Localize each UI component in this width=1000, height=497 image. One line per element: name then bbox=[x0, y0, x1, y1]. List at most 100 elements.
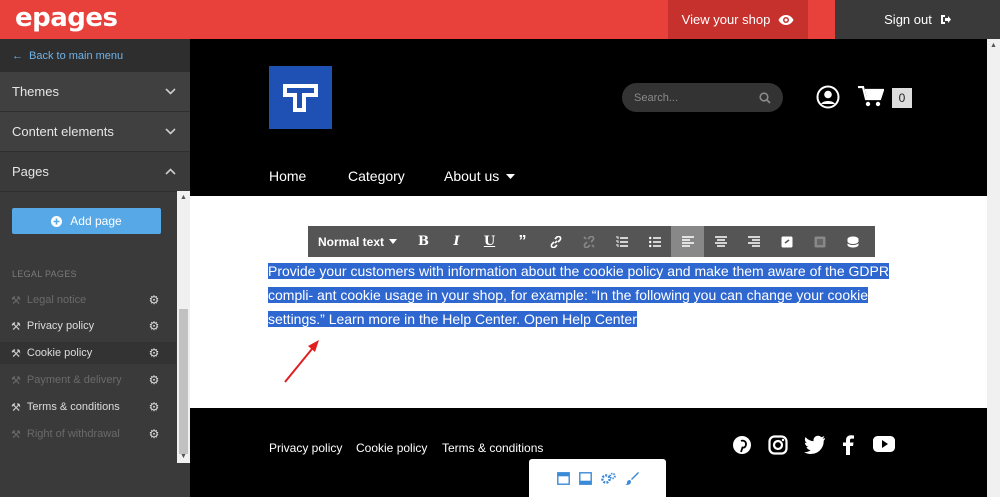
gear-icon[interactable]: ⚙ bbox=[148, 373, 160, 387]
hammer-icon: ⚒ bbox=[11, 374, 21, 387]
sidebar-scrollbar[interactable]: ▲ ▼ bbox=[177, 191, 190, 463]
cart-count-badge[interactable]: 0 bbox=[892, 88, 912, 108]
underline-button[interactable]: U bbox=[473, 226, 506, 257]
text-format-select[interactable]: Normal text bbox=[308, 235, 407, 249]
insert-link-icon bbox=[781, 236, 792, 247]
preview-scrollbar[interactable]: ▲ bbox=[987, 39, 1000, 497]
nav-category[interactable]: Category bbox=[348, 168, 405, 184]
search-placeholder: Search... bbox=[634, 91, 679, 104]
content-area: Normal text B I U ” Provide your custome… bbox=[190, 196, 987, 408]
footer-layout-icon[interactable] bbox=[578, 471, 592, 485]
shop-logo-mark bbox=[283, 84, 318, 112]
accordion-content-elements[interactable]: Content elements bbox=[0, 112, 190, 152]
chevron-down-icon bbox=[165, 128, 176, 135]
page-item-privacy-policy[interactable]: ⚒ Privacy policy ⚙ bbox=[0, 315, 176, 337]
link-button[interactable] bbox=[539, 226, 572, 257]
page-item-label: Payment & delivery bbox=[26, 374, 122, 386]
caret-down-icon bbox=[506, 173, 516, 179]
align-right-button[interactable] bbox=[737, 226, 770, 257]
page-item-right-of-withdrawal[interactable]: ⚒ Right of withdrawal ⚙ bbox=[0, 423, 176, 445]
html-source-button[interactable] bbox=[836, 226, 869, 257]
page-item-label: Privacy policy bbox=[26, 320, 95, 332]
footer-link-terms-conditions[interactable]: Terms & conditions bbox=[442, 441, 543, 455]
add-page-label: Add page bbox=[70, 214, 122, 228]
youtube-icon[interactable] bbox=[873, 435, 895, 453]
scroll-up-arrow-icon[interactable]: ▲ bbox=[179, 193, 188, 202]
add-page-button[interactable]: Add page bbox=[12, 208, 161, 234]
insert-button[interactable] bbox=[770, 226, 803, 257]
bold-button[interactable]: B bbox=[407, 226, 440, 257]
shop-logo[interactable] bbox=[269, 66, 332, 129]
twitter-icon[interactable] bbox=[804, 435, 826, 455]
shop-search-input[interactable]: Search... bbox=[622, 83, 783, 112]
page-item-terms-conditions[interactable]: ⚒ Terms & conditions ⚙ bbox=[0, 396, 176, 418]
gear-icon[interactable]: ⚙ bbox=[148, 427, 160, 441]
hammer-icon: ⚒ bbox=[11, 294, 21, 307]
chevron-up-icon bbox=[165, 168, 176, 175]
content-elements-label: Content elements bbox=[12, 124, 114, 139]
accordion-pages[interactable]: Pages bbox=[0, 152, 190, 192]
database-icon bbox=[846, 236, 859, 247]
italic-button[interactable]: I bbox=[440, 226, 473, 257]
align-left-icon bbox=[681, 236, 694, 247]
hammer-icon: ⚒ bbox=[11, 401, 21, 414]
facebook-icon[interactable] bbox=[842, 435, 854, 455]
bullet-list-button[interactable] bbox=[638, 226, 671, 257]
nav-about-us-label: About us bbox=[444, 168, 500, 184]
user-account-icon[interactable] bbox=[816, 85, 840, 109]
scroll-up-arrow-icon[interactable]: ▲ bbox=[989, 41, 998, 50]
underline-icon: U bbox=[483, 234, 496, 249]
gear-icon[interactable]: ⚙ bbox=[148, 400, 160, 414]
pages-label: Pages bbox=[12, 164, 49, 179]
bullet-list-icon bbox=[648, 236, 661, 247]
align-right-icon bbox=[747, 236, 760, 247]
ordered-list-button[interactable] bbox=[605, 226, 638, 257]
header-layout-icon[interactable] bbox=[556, 471, 570, 485]
image-button[interactable] bbox=[803, 226, 836, 257]
arrow-left-icon: ← bbox=[12, 49, 23, 62]
shopping-cart-icon[interactable] bbox=[858, 86, 884, 108]
gear-icon[interactable]: ⚙ bbox=[148, 293, 160, 307]
sign-out-label: Sign out bbox=[884, 12, 932, 27]
footer-link-cookie-policy[interactable]: Cookie policy bbox=[356, 441, 427, 455]
gear-icon[interactable]: ⚙ bbox=[148, 319, 160, 333]
search-icon[interactable] bbox=[759, 91, 771, 104]
align-center-icon bbox=[714, 236, 727, 247]
align-center-button[interactable] bbox=[704, 226, 737, 257]
page-item-cookie-policy[interactable]: ⚒ Cookie policy ⚙ bbox=[0, 342, 176, 364]
page-item-payment-delivery[interactable]: ⚒ Payment & delivery ⚙ bbox=[0, 369, 176, 391]
instagram-icon[interactable] bbox=[768, 435, 788, 455]
paintbrush-icon[interactable] bbox=[624, 471, 639, 485]
ordered-list-icon bbox=[615, 236, 628, 247]
back-to-main-menu-link[interactable]: ← Back to main menu bbox=[0, 39, 190, 72]
align-left-button[interactable] bbox=[671, 226, 704, 257]
themes-label: Themes bbox=[12, 84, 59, 99]
nav-home[interactable]: Home bbox=[269, 168, 306, 184]
hammer-icon: ⚒ bbox=[11, 320, 21, 333]
top-bar: epages View your shop Sign out bbox=[0, 0, 1000, 39]
sidebar-scroll-thumb[interactable] bbox=[179, 309, 188, 454]
hammer-icon: ⚒ bbox=[11, 347, 21, 360]
gear-icon[interactable]: ⚙ bbox=[148, 346, 160, 360]
accordion-themes[interactable]: Themes bbox=[0, 72, 190, 112]
pinterest-icon[interactable] bbox=[732, 435, 752, 455]
unlink-button[interactable] bbox=[572, 226, 605, 257]
nav-about-us[interactable]: About us bbox=[444, 168, 516, 184]
scroll-down-arrow-icon[interactable]: ▼ bbox=[179, 452, 188, 461]
quote-button[interactable]: ” bbox=[506, 226, 539, 257]
view-shop-label: View your shop bbox=[681, 12, 771, 27]
page-item-legal-notice[interactable]: ⚒ Legal notice ⚙ bbox=[0, 289, 176, 311]
legal-pages-heading: LEGAL PAGES bbox=[12, 269, 77, 279]
unlink-icon bbox=[582, 235, 595, 248]
page-item-label: Cookie policy bbox=[26, 347, 93, 359]
italic-icon: I bbox=[453, 234, 460, 249]
settings-gears-icon[interactable] bbox=[600, 472, 616, 485]
page-item-label: Terms & conditions bbox=[26, 401, 120, 413]
view-shop-button[interactable]: View your shop bbox=[668, 0, 808, 39]
footer-link-privacy-policy[interactable]: Privacy policy bbox=[269, 441, 342, 455]
page-item-label: Right of withdrawal bbox=[26, 428, 120, 440]
sign-out-button[interactable]: Sign out bbox=[835, 0, 1000, 39]
editor-sidebar: ← Back to main menu Themes Content eleme… bbox=[0, 39, 190, 497]
text-editor-toolbar: Normal text B I U ” bbox=[308, 226, 875, 257]
selected-paragraph-text[interactable]: Provide your customers with information … bbox=[268, 259, 908, 331]
